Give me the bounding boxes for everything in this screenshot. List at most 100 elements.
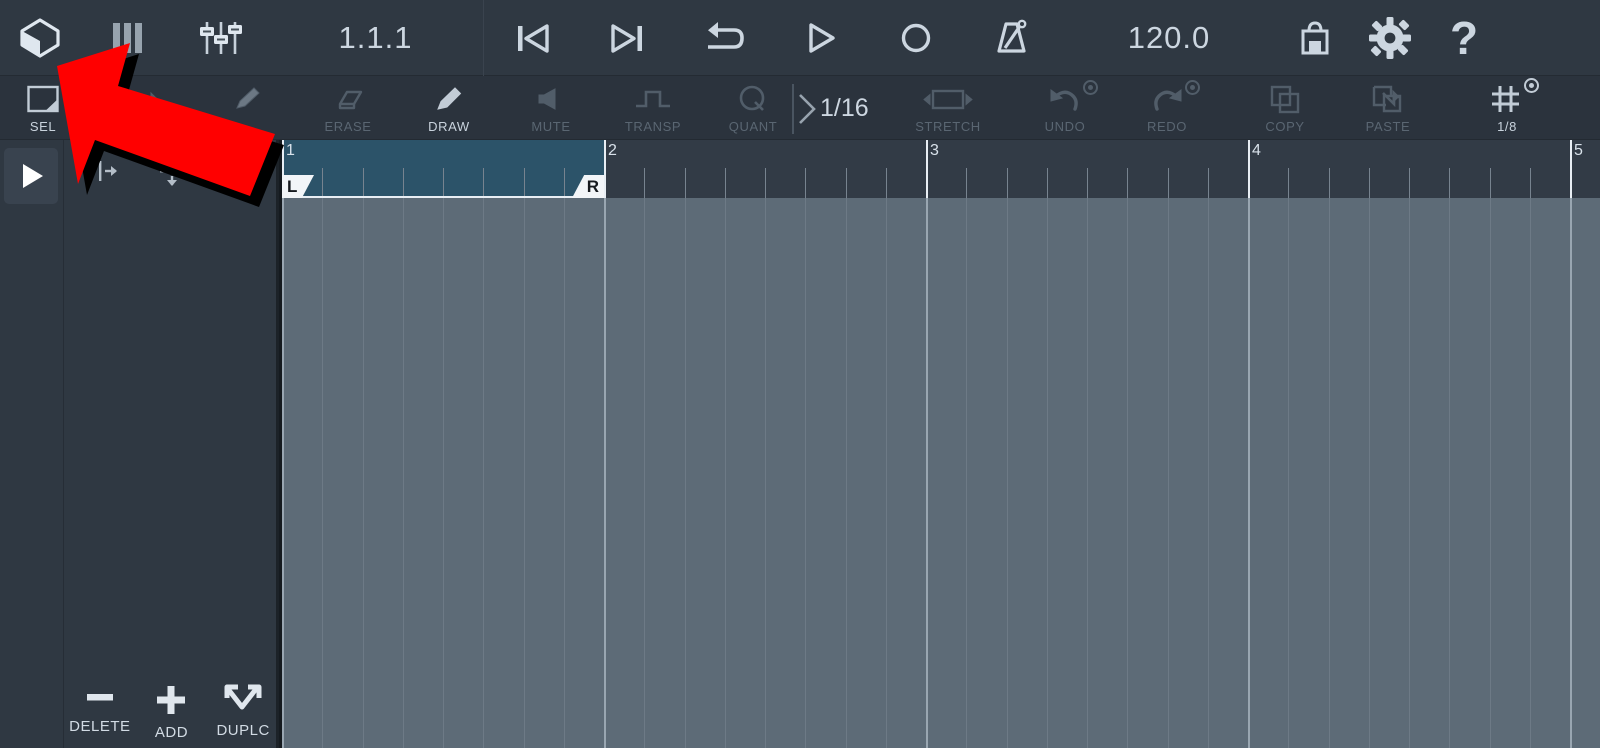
timeline-ruler[interactable]: 1 2 3 4 5 L R: [282, 140, 1600, 198]
grid-beat-line: [1490, 198, 1491, 748]
tool-mute[interactable]: MUTE: [516, 76, 586, 140]
grid-snap-options-badge[interactable]: [1524, 78, 1539, 93]
arrangement-grid[interactable]: [282, 198, 1600, 748]
ruler-tick: [403, 168, 404, 198]
ruler-tick: [1530, 168, 1531, 198]
play-icon: [809, 22, 835, 53]
grid-beat-line: [1288, 198, 1289, 748]
tool-shift[interactable]: SHIFT: [108, 76, 178, 140]
tracks-icon[interactable]: [80, 0, 174, 76]
grid-beat-line: [443, 198, 444, 748]
tool-label: MUTE: [531, 119, 571, 134]
tool-bar: SEL SHIFT ERASE DRAW MUTE TRANSP QUANT 1…: [0, 76, 1600, 140]
minus-icon: [86, 694, 113, 701]
question-mark-icon: ?: [1449, 11, 1479, 64]
grid-beat-line: [1007, 198, 1008, 748]
ruler-bar-number: 2: [608, 142, 617, 159]
record-button[interactable]: [868, 0, 964, 76]
duplicate-icon: [224, 684, 262, 710]
tool-paste[interactable]: PASTE: [1352, 76, 1424, 140]
project-cube-icon[interactable]: [0, 0, 80, 76]
tool-label: PASTE: [1365, 119, 1411, 134]
position-display[interactable]: 1.1.1: [268, 0, 483, 76]
duplicate-track-button[interactable]: DUPLC: [208, 682, 278, 739]
play-icon: [23, 164, 43, 188]
add-track-button[interactable]: ADD: [136, 682, 206, 741]
ruler-tick: [1490, 168, 1491, 198]
loop-icon: [708, 21, 744, 49]
loop-toggle-button[interactable]: [676, 0, 772, 76]
forward-to-end-button[interactable]: [580, 0, 676, 76]
tool-draw-alt[interactable]: [214, 76, 280, 140]
transpose-icon: [633, 82, 673, 116]
grid-beat-line: [403, 198, 404, 748]
zoom-vertical-button[interactable]: [136, 140, 208, 202]
tool-undo[interactable]: UNDO: [1030, 76, 1100, 140]
grid-bar-line: [1248, 198, 1250, 748]
tool-label: STRETCH: [915, 119, 981, 134]
tool-label: UNDO: [1044, 119, 1086, 134]
ruler-tick: [725, 168, 726, 198]
ruler-tick: [1007, 168, 1008, 198]
arrows-vertical-icon: [160, 156, 184, 186]
metronome-icon: [997, 19, 1027, 53]
track-play-button[interactable]: [4, 148, 58, 204]
ruler-tick: [685, 168, 686, 198]
chevron-right-icon: [797, 92, 819, 131]
metronome-button[interactable]: [964, 0, 1060, 76]
fit-right-button[interactable]: [208, 140, 278, 202]
ruler-tick: [1087, 168, 1088, 198]
arrow-to-right-icon: [232, 161, 254, 181]
help-button[interactable]: ?: [1428, 0, 1500, 76]
tool-quantize[interactable]: QUANT: [716, 76, 790, 140]
grid-beat-line: [1329, 198, 1330, 748]
grid-beat-line: [564, 198, 565, 748]
redo-icon: [1150, 80, 1200, 116]
undo-history-badge[interactable]: [1083, 80, 1098, 95]
redo-history-badge[interactable]: [1185, 80, 1200, 95]
tool-label: SEL: [29, 119, 57, 134]
tool-sel[interactable]: SEL: [12, 76, 74, 140]
grid-beat-line: [1208, 198, 1209, 748]
tool-label: SHIFT: [122, 119, 164, 134]
grid-beat-line: [1449, 198, 1450, 748]
delete-track-button[interactable]: DELETE: [65, 682, 135, 735]
grid-beat-line: [966, 198, 967, 748]
grid-beat-line: [725, 198, 726, 748]
paste-icon: [1370, 82, 1406, 116]
tool-erase[interactable]: ERASE: [314, 76, 382, 140]
ruler-tick: [1288, 168, 1289, 198]
tempo-display[interactable]: 120.0: [1060, 0, 1278, 76]
grid-beat-line: [846, 198, 847, 748]
zoom-horizontal-button[interactable]: [64, 140, 136, 202]
tool-transpose[interactable]: TRANSP: [614, 76, 692, 140]
tool-label: TRANSP: [624, 119, 682, 134]
grid-beat-line: [363, 198, 364, 748]
tool-draw[interactable]: DRAW: [416, 76, 482, 140]
mixer-icon[interactable]: [174, 0, 268, 76]
quantize-value[interactable]: 1/16: [820, 94, 869, 123]
eraser-icon: [330, 82, 366, 116]
pencil-icon: [433, 82, 465, 116]
ruler-tick: [1047, 168, 1048, 198]
skip-back-icon: [518, 23, 549, 53]
tool-copy[interactable]: COPY: [1250, 76, 1320, 140]
pencil-alt-icon: [231, 82, 263, 116]
button-label: ADD: [154, 724, 189, 741]
grid-bar-line: [1570, 198, 1572, 748]
tool-redo[interactable]: REDO: [1132, 76, 1202, 140]
play-button[interactable]: [772, 0, 868, 76]
rewind-to-start-button[interactable]: [484, 0, 580, 76]
button-label: DUPLC: [216, 722, 270, 739]
store-button[interactable]: [1278, 0, 1352, 76]
arrows-horizontal-icon: [83, 161, 117, 181]
record-icon: [901, 23, 931, 52]
tool-stretch[interactable]: STRETCH: [906, 76, 990, 140]
grid-beat-line: [1087, 198, 1088, 748]
tool-grid-snap[interactable]: 1/8: [1472, 76, 1542, 140]
plus-icon: [157, 686, 186, 714]
grid-bar-line: [604, 198, 606, 748]
grid-beat-line: [1409, 198, 1410, 748]
shopping-bag-icon: [1301, 20, 1329, 54]
settings-button[interactable]: [1352, 0, 1428, 76]
